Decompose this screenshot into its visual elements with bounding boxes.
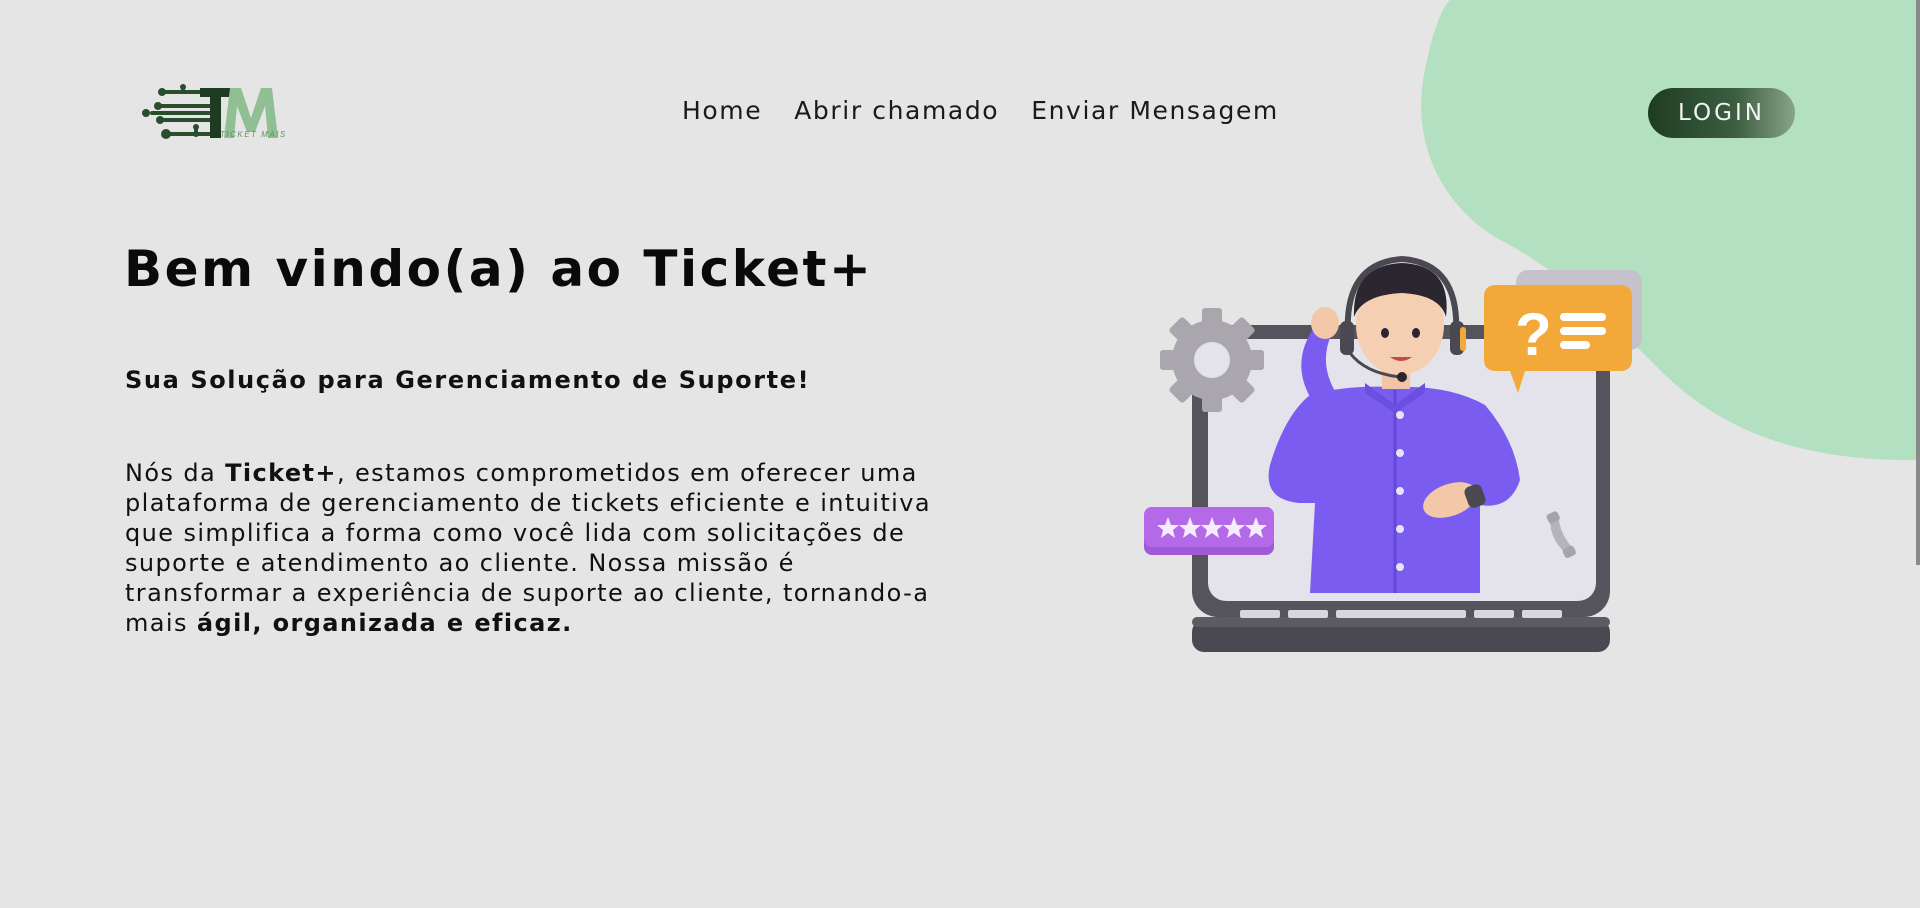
page-scrollbar[interactable] — [1916, 0, 1920, 908]
support-illustration: ? — [1144, 255, 1642, 652]
hero-body-emphasis: ágil, organizada e eficaz. — [196, 609, 573, 637]
hero-body-brand: Ticket+ — [225, 459, 337, 487]
hero-body-prefix: Nós da — [125, 459, 226, 487]
main-nav: Home Abrir chamado Enviar Mensagem — [682, 96, 1279, 125]
nav-link-abrir-chamado[interactable]: Abrir chamado — [794, 96, 999, 125]
nav-link-enviar-mensagem[interactable]: Enviar Mensagem — [1031, 96, 1279, 125]
gear-icon — [1160, 308, 1264, 412]
hero-description: Nós da Ticket+, estamos comprometidos em… — [125, 458, 945, 638]
page: TICKET MAIS Home Abrir chamado Enviar Me… — [0, 0, 1920, 908]
stars-rating-icon — [1144, 507, 1274, 555]
hero-title: Bem vindo(a) ao Ticket+ — [124, 240, 874, 298]
nav-link-home[interactable]: Home — [682, 96, 762, 125]
scrollbar-thumb[interactable] — [1916, 0, 1920, 565]
logo-caption: TICKET MAIS — [220, 130, 287, 139]
svg-text:?: ? — [1515, 301, 1552, 368]
hero-subtitle: Sua Solução para Gerenciamento de Suport… — [125, 366, 811, 394]
login-button[interactable]: LOGIN — [1648, 88, 1795, 138]
